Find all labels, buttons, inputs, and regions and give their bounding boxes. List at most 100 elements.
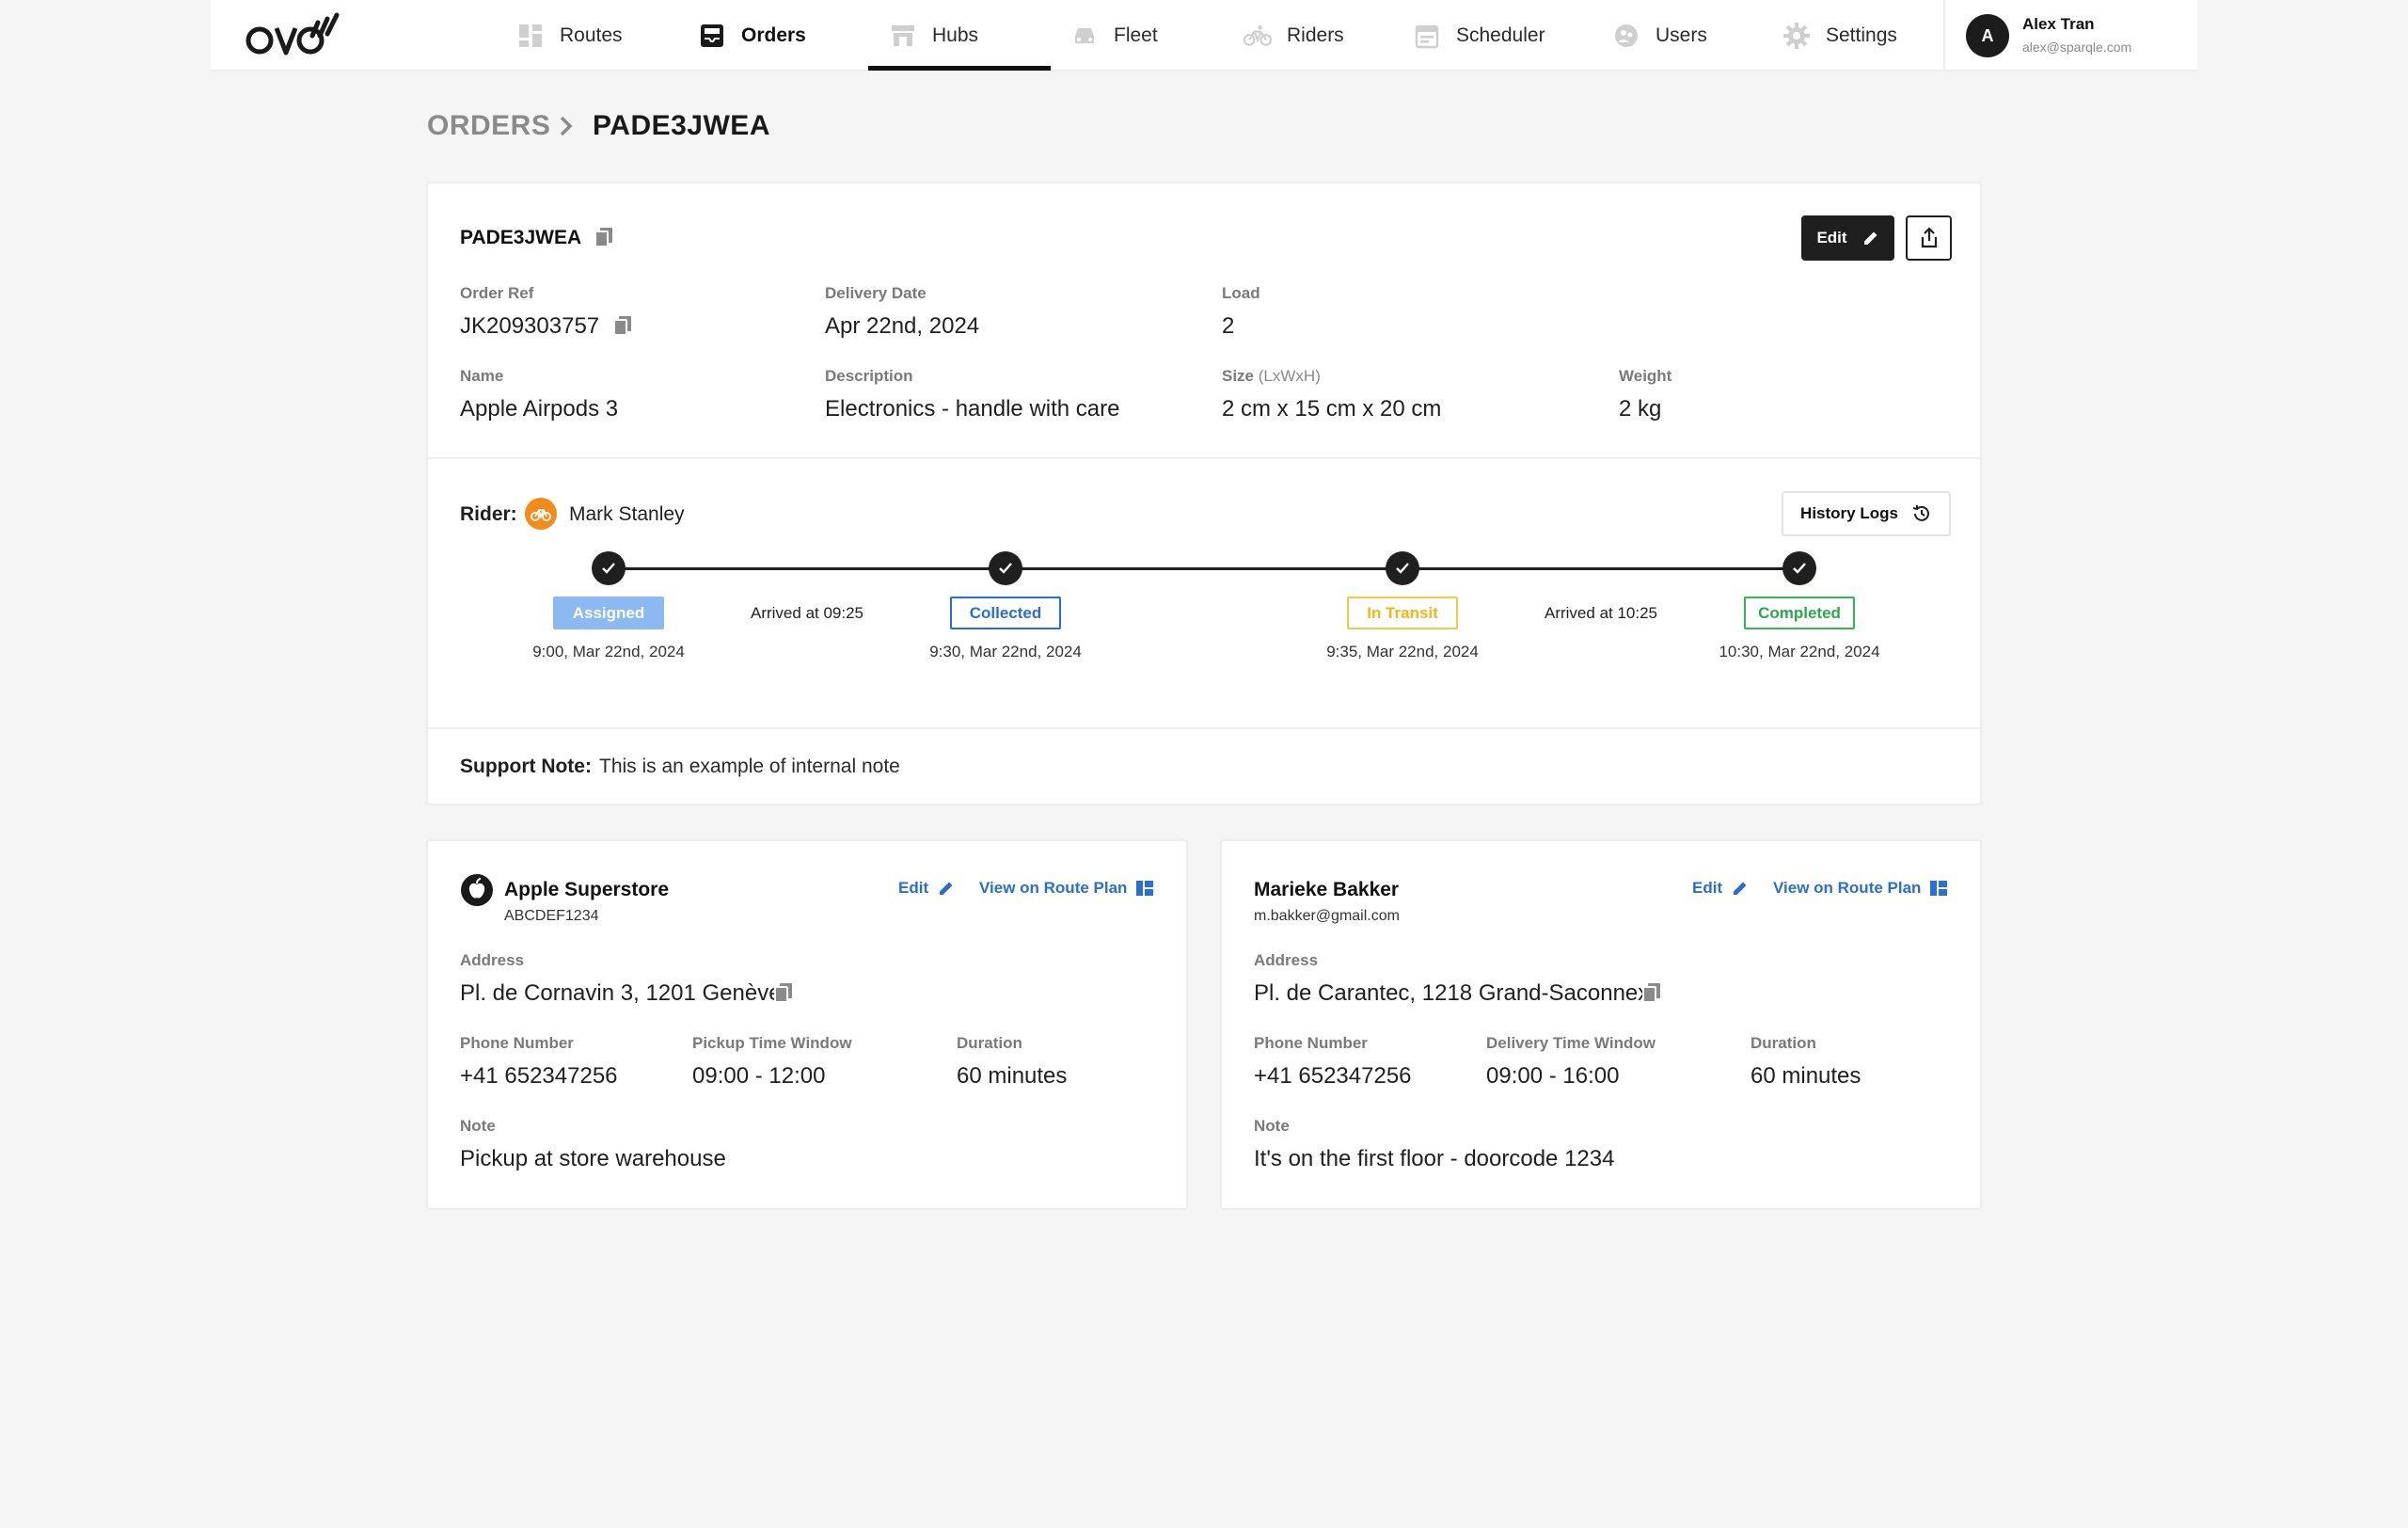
weight-value: 2 kg [1619, 396, 1662, 422]
description-label: Description [825, 367, 913, 385]
pickup-sub: ABCDEF1234 [504, 908, 599, 924]
nav-routes[interactable]: Routes [516, 0, 623, 72]
nav-hubs[interactable]: Hubs [889, 0, 978, 72]
pencil-icon [1734, 882, 1747, 895]
timeline-step-assigned [592, 551, 626, 585]
pickup-edit-label: Edit [898, 879, 929, 897]
section-divider [428, 727, 1980, 729]
size-label-suffix: (LxWxH) [1258, 367, 1321, 385]
order-ref-label: Order Ref [460, 284, 534, 302]
order-id: PADE3JWEA [460, 227, 582, 248]
copy-icon[interactable] [1641, 981, 1662, 1004]
history-icon [1912, 505, 1929, 521]
breadcrumb-current: PADE3JWEA [593, 110, 770, 141]
delivery-date-value: Apr 22nd, 2024 [825, 313, 980, 339]
pickup-window-label: Pickup Time Window [692, 1034, 852, 1052]
user-name[interactable]: Alex Tran [2022, 15, 2095, 34]
support-note-label: Support Note: [460, 756, 592, 777]
pickup-note-label: Note [460, 1117, 496, 1135]
nav-settings[interactable]: Settings [1782, 0, 1897, 72]
dropoff-note-label: Note [1254, 1117, 1290, 1135]
timeline-step-in-transit [1386, 551, 1419, 585]
dropoff-edit-link[interactable]: Edit [1692, 879, 1749, 898]
pickup-name: Apple Superstore [504, 879, 670, 900]
pickup-phone-label: Phone Number [460, 1034, 574, 1052]
nav-orders-label: Orders [741, 24, 806, 46]
copy-icon[interactable] [594, 226, 614, 248]
weight-label: Weight [1619, 367, 1672, 385]
status-badge-in-transit: In Transit [1347, 597, 1458, 629]
pickup-phone: +41 652347256 [460, 1063, 618, 1089]
support-note-text: This is an example of internal note [599, 756, 900, 777]
step-time-collected: 9:30, Mar 22nd, 2024 [929, 643, 1082, 661]
pickup-window: 09:00 - 12:00 [692, 1063, 826, 1089]
edit-order-button[interactable]: Edit [1801, 215, 1894, 261]
pickup-edit-link[interactable]: Edit [898, 879, 955, 898]
calendar-icon [1413, 22, 1441, 50]
ovo-logo[interactable] [245, 11, 356, 60]
status-badge-collected: Collected [950, 597, 1061, 629]
name-value: Apple Airpods 3 [460, 396, 619, 422]
check-icon [602, 563, 615, 574]
rider-name[interactable]: Mark Stanley [569, 503, 685, 526]
dropoff-phone-label: Phone Number [1254, 1034, 1368, 1052]
users-icon [1612, 22, 1640, 50]
gear-icon [1782, 22, 1811, 50]
dropoff-duration-label: Duration [1751, 1034, 1816, 1052]
dropoff-window-label: Delivery Time Window [1486, 1034, 1656, 1052]
timeline-step-collected [989, 551, 1022, 585]
breadcrumb-orders[interactable]: ORDERS [427, 110, 550, 142]
fleet-icon [1070, 22, 1099, 50]
bike-icon [531, 509, 551, 521]
user-avatar[interactable]: A [1966, 14, 2009, 57]
step-time-assigned: 9:00, Mar 22nd, 2024 [532, 643, 685, 661]
nav-routes-label: Routes [560, 24, 623, 46]
dropoff-address: Pl. de Carantec, 1218 Grand-Saconnex [1254, 980, 1650, 1006]
size-value: 2 cm x 15 cm x 20 cm [1222, 396, 1442, 422]
dropoff-edit-label: Edit [1692, 879, 1723, 897]
dropoff-route-label: View on Route Plan [1773, 879, 1922, 897]
routes-icon [516, 22, 545, 50]
nav-fleet[interactable]: Fleet [1070, 0, 1158, 72]
share-button[interactable] [1906, 215, 1952, 261]
orders-icon [698, 22, 726, 50]
copy-icon[interactable] [612, 314, 633, 337]
nav-hubs-label: Hubs [932, 24, 979, 46]
nav-settings-label: Settings [1826, 24, 1897, 46]
nav-users[interactable]: Users [1612, 0, 1707, 72]
pickup-address: Pl. de Cornavin 3, 1201 Genève [460, 980, 782, 1006]
check-icon [999, 563, 1012, 574]
bike-icon [1244, 22, 1272, 50]
history-logs-button[interactable]: History Logs [1782, 491, 1951, 536]
size-label: Size (LxWxH) [1222, 367, 1321, 386]
nav-riders[interactable]: Riders [1244, 0, 1344, 72]
order-details-card: PADE3JWEA Edit Order Ref JK209303757 Del… [426, 182, 1982, 805]
description-value: Electronics - handle with care [825, 396, 1120, 422]
dropoff-note: It's on the first floor - doorcode 1234 [1254, 1146, 1615, 1171]
pickup-card: Apple Superstore ABCDEF1234 Edit View on… [426, 839, 1188, 1210]
pickup-duration-label: Duration [957, 1034, 1022, 1052]
check-icon [1396, 563, 1409, 574]
nav-orders[interactable]: Orders [698, 0, 806, 72]
rider-avatar [525, 498, 557, 530]
pencil-icon [940, 882, 953, 895]
arrival-note: Arrived at 10:25 [1544, 604, 1658, 622]
nav-fleet-label: Fleet [1114, 24, 1158, 46]
dropoff-duration: 60 minutes [1751, 1063, 1861, 1089]
dropoff-route-plan-link[interactable]: View on Route Plan [1773, 879, 1948, 898]
dropoff-address-label: Address [1254, 951, 1319, 969]
apple-icon [461, 874, 493, 906]
rider-label: Rider: [460, 503, 517, 525]
pickup-route-label: View on Route Plan [979, 879, 1128, 897]
delivery-date-label: Delivery Date [825, 284, 927, 302]
pickup-duration: 60 minutes [957, 1063, 1068, 1089]
nav-scheduler[interactable]: Scheduler [1413, 0, 1545, 72]
order-ref-value: JK209303757 [460, 313, 600, 339]
copy-icon[interactable] [773, 981, 794, 1004]
dropoff-card: Marieke Bakker m.bakker@gmail.com Edit V… [1220, 839, 1982, 1210]
pickup-route-plan-link[interactable]: View on Route Plan [979, 879, 1154, 898]
route-plan-icon [1136, 881, 1154, 896]
name-label: Name [460, 367, 504, 385]
section-divider [428, 457, 1980, 459]
load-label: Load [1222, 284, 1260, 302]
